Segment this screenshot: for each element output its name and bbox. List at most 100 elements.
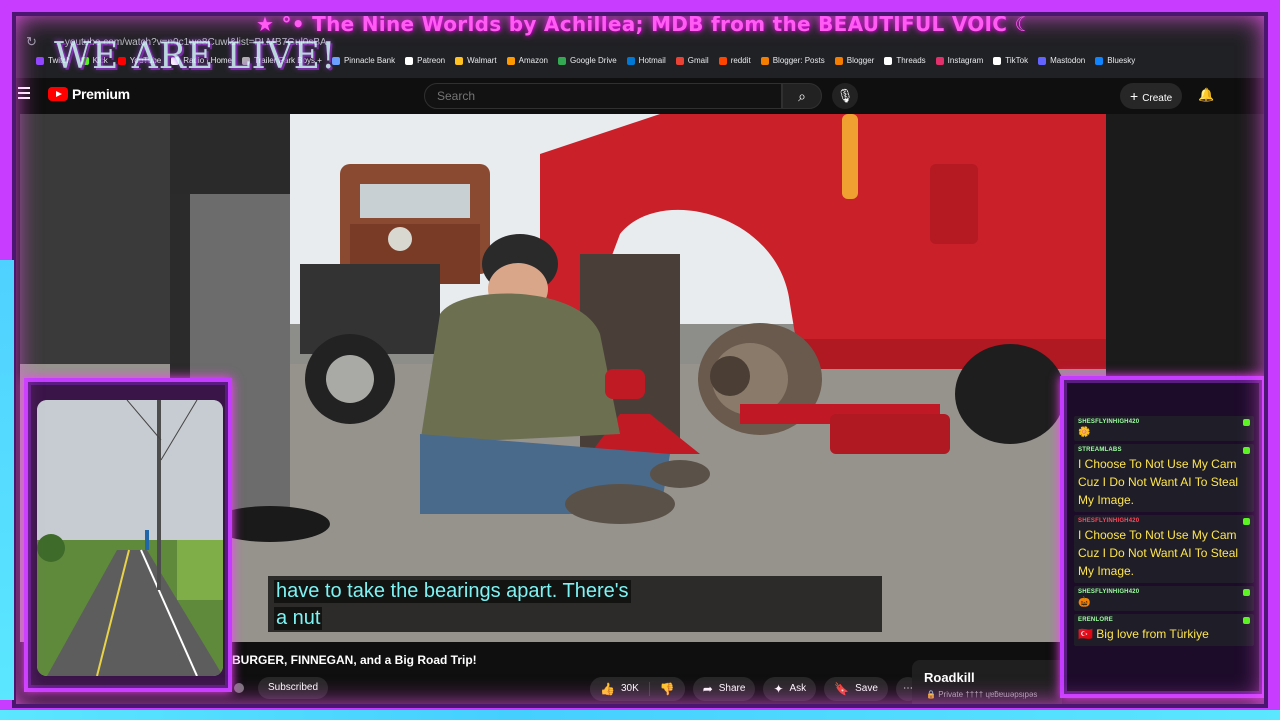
video-title: BURGER, FINNEGAN, and a Big Road Trip! [232, 653, 477, 667]
thumbs-down-icon: 👎 [659, 682, 675, 696]
playlist-panel[interactable]: Roadkill 🔒 Private †††† ɥɐƃɐɯǝpsᴉpǝs [912, 660, 1062, 708]
bookmark-item[interactable]: Walmart [455, 56, 497, 65]
search-icon: ⌕ [798, 88, 806, 104]
dislike-button[interactable]: 👎 [649, 677, 685, 701]
badge-icon [1243, 589, 1250, 596]
neon-left-glow [0, 260, 14, 700]
chat-username: SHESFLYINHIGH420 [1078, 419, 1140, 425]
bookmark-favicon-icon [675, 56, 684, 65]
youtube-logo[interactable]: Premium [48, 86, 130, 102]
chat-username: ERENLORE [1078, 617, 1113, 623]
bookmark-item[interactable]: Amazon [506, 56, 548, 65]
bookmark-label: Bluesky [1107, 56, 1136, 65]
bookmark-item[interactable]: Blogger [834, 56, 874, 65]
dashcam-view [37, 400, 223, 676]
bookmark-icon: 🔖 [834, 682, 850, 696]
bookmark-favicon-icon [1038, 56, 1047, 65]
like-dislike-group: 👍 30K 👎 [590, 677, 685, 701]
bookmark-item[interactable]: Threads [884, 56, 926, 65]
bookmark-label: TikTok [1005, 56, 1029, 65]
we-are-live-text: WE ARE LIVE! [54, 36, 337, 77]
bookmark-item[interactable]: Pinnacle Bank [331, 56, 395, 65]
badge-icon [1243, 518, 1250, 525]
search-box[interactable] [424, 83, 782, 109]
bookmark-item[interactable]: TikTok [993, 56, 1028, 65]
save-button[interactable]: 🔖 Save [824, 677, 888, 701]
chat-message: SHESFLYINHIGH420 I Choose To Not Use My C… [1074, 515, 1254, 583]
bookmark-item[interactable]: Gmail [675, 56, 709, 65]
bookmark-favicon-icon [993, 56, 1002, 65]
bookmark-favicon-icon [718, 56, 727, 65]
bookmark-label: Amazon [518, 56, 548, 65]
bookmark-item[interactable]: Google Drive [557, 56, 617, 65]
chat-badges [1243, 419, 1250, 426]
playlist-privacy: Private [938, 690, 964, 699]
bookmark-favicon-icon [935, 56, 944, 65]
verified-icon [234, 683, 244, 693]
chat-message: SHESFLYINHIGH420 🎃 [1074, 586, 1254, 611]
neon-bottom-glow [0, 710, 1280, 720]
bookmark-label: Threads [896, 56, 926, 65]
chat-message: STREAMLABS I Choose To Not Use My Cam Cuz… [1074, 444, 1254, 512]
bookmark-label: reddit [730, 56, 751, 65]
create-button[interactable]: + Create [1120, 83, 1183, 109]
bookmark-label: Blogger: Posts [772, 56, 825, 65]
chat-text: I Choose To Not Use My Cam Cuz I Do Not … [1078, 457, 1239, 507]
chat-username: SHESFLYINHIGH420 [1078, 589, 1140, 595]
plus-icon: + [1130, 88, 1139, 104]
search-button[interactable]: ⌕ [782, 83, 822, 109]
chat-emote-icon: 🎃 [1078, 597, 1091, 608]
chat-username: STREAMLABS [1078, 447, 1122, 453]
chat-message: SHESFLYINHIGH420 🌼 [1074, 416, 1254, 441]
bookmark-favicon-icon [36, 56, 44, 65]
bookmark-item[interactable]: Hotmail [626, 56, 666, 65]
create-label: Create [1142, 93, 1173, 104]
caption-line-1: have to take the bearings apart. There's [274, 580, 631, 603]
voice-search-button[interactable]: 🎙 [832, 83, 858, 109]
bookmark-item[interactable]: Bluesky [1095, 56, 1135, 65]
youtube-play-icon [48, 87, 68, 101]
bookmark-label: Instagram [947, 56, 984, 65]
like-button[interactable]: 👍 30K [590, 677, 649, 701]
ask-button[interactable]: ✦ Ask [763, 677, 817, 701]
bookmark-item[interactable]: Blogger: Posts [760, 56, 825, 65]
bookmark-label: Mastodon [1050, 56, 1086, 65]
caption-box: have to take the bearings apart. There's… [268, 576, 882, 632]
playlist-title: Roadkill [924, 670, 975, 685]
chat-list: SHESFLYINHIGH420 🌼 STREAMLABS I Choose To N… [1074, 416, 1254, 686]
share-button[interactable]: ➦ Share [692, 677, 756, 701]
save-label: Save [855, 683, 878, 694]
bookmark-item[interactable]: Instagram [935, 56, 984, 65]
chat-text: 🇹🇷 Big love from Türkiye [1078, 627, 1209, 641]
caption-line-2: a nut [274, 607, 323, 630]
stream-screen: ↻ youtube.com/watch?v=n0c1we8Cuwl&list=P… [0, 0, 1280, 720]
chat-overlay: SHESFLYINHIGH420 🌼 STREAMLABS I Choose To N… [1060, 376, 1266, 698]
like-count: 30K [620, 683, 639, 694]
playlist-owner: †††† ɥɐƃɐɯǝpsᴉpǝs [965, 690, 1038, 699]
chat-message: ERENLORE 🇹🇷 Big love from Türkiye [1074, 614, 1254, 646]
bookmark-item[interactable]: Patreon [405, 56, 445, 65]
thumbs-up-icon: 👍 [600, 682, 615, 696]
playlist-meta: 🔒 Private †††† ɥɐƃɐɯǝpsᴉpǝs [926, 690, 1037, 699]
bookmark-favicon-icon [506, 56, 515, 65]
search-input[interactable] [437, 89, 781, 103]
share-label: Share [718, 683, 746, 694]
reload-icon[interactable]: ↻ [26, 34, 37, 50]
bookmark-favicon-icon [455, 56, 464, 65]
bookmark-item[interactable]: reddit [718, 56, 751, 65]
bookmark-item[interactable]: Mastodon [1038, 56, 1085, 65]
bookmark-favicon-icon [405, 56, 414, 65]
youtube-header: Premium ⌕ 🎙 +Create 🔔 [12, 78, 1268, 114]
bookmark-favicon-icon [626, 56, 635, 65]
notifications-bell-icon[interactable]: 🔔 [1198, 87, 1214, 103]
bookmark-favicon-icon [834, 56, 843, 65]
badge-icon [1243, 617, 1250, 624]
subscribed-button[interactable]: Subscribed [258, 677, 329, 699]
microphone-icon: 🎙 [836, 88, 854, 103]
lock-icon: 🔒 [926, 690, 936, 699]
ask-label: Ask [789, 683, 807, 694]
chat-badges [1243, 447, 1250, 454]
menu-icon[interactable] [18, 87, 30, 99]
chat-badges [1243, 617, 1250, 624]
stream-title-banner: ★ °• The Nine Worlds by Achillea; MDB fr… [256, 12, 1033, 36]
